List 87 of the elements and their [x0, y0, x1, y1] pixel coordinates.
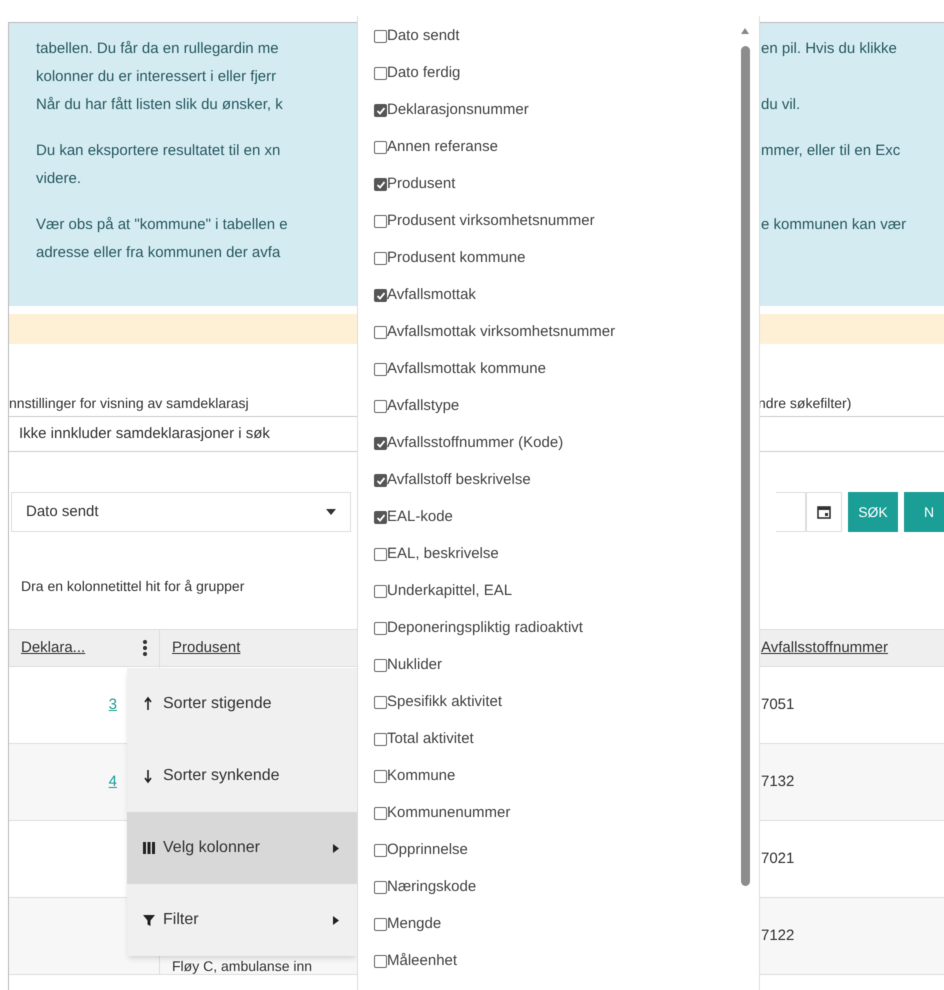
info-text: mmer, eller til en Exc [761, 140, 902, 161]
table-cell-text: 7051 [761, 694, 794, 715]
checkbox[interactable] [374, 215, 387, 228]
checkbox-label[interactable]: Produsent kommune [387, 247, 526, 270]
checkbox-label[interactable]: Mengde [387, 913, 442, 936]
checkbox[interactable] [374, 955, 387, 968]
checkbox-label[interactable]: Kommune [387, 765, 456, 788]
column-header[interactable]: Deklara... [21, 636, 86, 660]
checkbox[interactable] [374, 659, 387, 672]
checkbox[interactable] [374, 844, 387, 857]
checkbox-label[interactable]: Kommunenummer [387, 802, 510, 825]
column-menu-icon[interactable] [143, 640, 147, 656]
checkbox-label[interactable]: Dato ferdig [387, 62, 460, 85]
checkbox[interactable] [374, 30, 387, 43]
checkbox-label[interactable]: Næringskode [387, 876, 476, 899]
calendar-button[interactable] [806, 492, 842, 532]
checkbox[interactable] [374, 474, 387, 487]
checkbox[interactable] [374, 289, 387, 302]
checkbox-label[interactable]: Avfallsstoffnummer (Kode) [387, 432, 564, 455]
checkbox[interactable] [374, 141, 387, 154]
checkbox-label[interactable]: Produsent virksomhetsnummer [387, 210, 595, 233]
menu-item[interactable]: Velg kolonner [127, 812, 357, 884]
checkbox-label[interactable]: Deponeringspliktig radioaktivt [387, 617, 583, 640]
checkbox-label[interactable]: Produsent [387, 173, 456, 196]
checkbox-label[interactable]: Annen referanse [387, 136, 498, 159]
checkbox[interactable] [374, 548, 387, 561]
checkbox-label[interactable]: EAL-kode [387, 506, 453, 529]
info-text: du vil. [761, 94, 802, 115]
checkbox-label[interactable]: Avfallsmottak [387, 284, 476, 307]
caret-icon [326, 509, 336, 515]
checkbox[interactable] [374, 696, 387, 709]
info-text: kolonner du er interessert i eller fjerr [36, 68, 276, 85]
checkbox[interactable] [374, 733, 387, 746]
info-text: tabellen. Du får da en rullegardin me [36, 40, 279, 57]
info-text: en pil. Hvis du klikke [761, 38, 898, 59]
checkbox-label[interactable]: Deklarasjonsnummer [387, 99, 529, 122]
table-cell-text: 7132 [761, 772, 794, 792]
checkbox[interactable] [374, 881, 387, 894]
menu-item[interactable]: Sorter synkende [127, 740, 357, 812]
info-text: Når du har fått listen slik du ønsker, k [36, 96, 283, 113]
checkbox-label[interactable]: Måleenhet [387, 950, 458, 973]
checkbox[interactable] [374, 622, 387, 635]
checkbox[interactable] [374, 67, 387, 80]
column-header[interactable]: Produsent [172, 636, 240, 660]
calendar-icon [817, 505, 831, 519]
checkbox[interactable] [374, 918, 387, 931]
checkbox[interactable] [374, 400, 387, 413]
checkbox-label[interactable]: Avfallsmottak kommune [387, 358, 546, 381]
checkbox[interactable] [374, 511, 387, 524]
menu-item[interactable]: Filter [127, 884, 357, 956]
settings-label: nnstillinger for visning av samdeklarasj [9, 395, 249, 411]
filter-icon [143, 912, 155, 928]
checkbox[interactable] [374, 178, 387, 191]
checkbox-label[interactable]: Avfallstype [387, 395, 460, 418]
group-hint: Dra en kolonnetittel hit for å grupper [21, 578, 244, 594]
checkbox-label[interactable]: Opprinnelse [387, 839, 468, 862]
table-cell-text: 7021 [761, 848, 794, 869]
checkbox-label[interactable]: Nuklider [387, 654, 442, 677]
date-input[interactable] [776, 492, 806, 532]
scrollbar-thumb[interactable] [741, 46, 750, 886]
date-field-dropdown[interactable]: Dato sendt [11, 492, 351, 532]
table-cell: Fløy C, ambulanse inn [172, 958, 312, 974]
column-header[interactable]: Avfallsstoffnummer [761, 636, 888, 660]
table-cell-text: 7122 [761, 926, 794, 946]
checkbox-label[interactable]: Avfallstoff beskrivelse [387, 469, 531, 492]
checkbox[interactable] [374, 326, 387, 339]
checkbox-label[interactable]: EAL, beskrivelse [387, 543, 499, 566]
info-text: Vær obs på at "kommune" i tabellen e [36, 216, 288, 233]
info-text: Du kan eksportere resultatet til en xn [36, 142, 280, 159]
checkbox-label[interactable]: Spesifikk aktivitet [387, 691, 502, 714]
checkbox-label[interactable]: Total aktivitet [387, 728, 474, 751]
info-text: videre. [36, 170, 82, 187]
checkbox-label[interactable]: Underkapittel, EAL [387, 580, 512, 603]
info-text: e kommunen kan vær [761, 214, 908, 235]
checkbox-label[interactable]: Dato sendt [387, 25, 460, 48]
checkbox[interactable] [374, 252, 387, 265]
menu-item[interactable]: Sorter stigende [127, 668, 357, 740]
checkbox[interactable] [374, 104, 387, 117]
checkbox[interactable] [374, 585, 387, 598]
checkbox[interactable] [374, 363, 387, 376]
checkbox[interactable] [374, 807, 387, 820]
checkbox[interactable] [374, 770, 387, 783]
columns-icon [143, 840, 155, 856]
info-text: adresse eller fra kommunen der avfa [36, 244, 280, 261]
checkbox-label[interactable]: Avfallsmottak virksomhetsnummer [387, 321, 616, 344]
scroll-up-icon [741, 28, 749, 34]
checkbox[interactable] [374, 437, 387, 450]
